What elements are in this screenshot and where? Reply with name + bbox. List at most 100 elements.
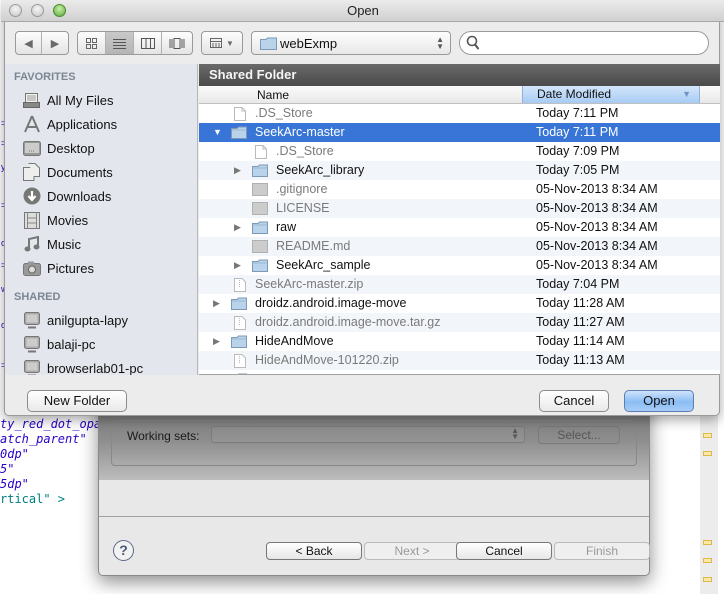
open-dialog: Open ◀ ▶ ▼ webExmp ▲ ▼ FAVORITES All My … [1, 0, 724, 416]
file-date: Today 11:14 AM [536, 334, 625, 348]
column-headers: Name Date Modified ▼ [199, 86, 720, 104]
sidebar-item-documents[interactable]: Documents [5, 160, 197, 184]
sidebar-item-downloads[interactable]: Downloads [5, 184, 197, 208]
sidebar-item-label: browserlab01-pc [47, 360, 144, 376]
open-button[interactable]: Open [624, 390, 694, 412]
cancel-button[interactable]: Cancel [539, 390, 609, 412]
file-row[interactable]: SeekArc-master.zip Today 7:04 PM [199, 275, 720, 294]
sidebar-item-movies[interactable]: Movies [5, 208, 197, 232]
folder-icon [252, 164, 268, 177]
disclosure-closed-icon[interactable]: ▶ [234, 256, 244, 275]
location-label: webExmp [280, 36, 338, 51]
path-bar: Shared Folder [199, 64, 720, 86]
file-row[interactable]: ▶ HideAndMove Today 11:14 AM [199, 332, 720, 351]
column-view-icon [140, 37, 155, 49]
archive-icon [234, 354, 250, 368]
arrange-button[interactable]: ▼ [202, 32, 242, 54]
file-name: raw [276, 220, 297, 234]
list-view-button[interactable] [106, 32, 134, 54]
file-name: SeekArc-master [255, 125, 345, 139]
file-row[interactable]: ▶ raw 05-Nov-2013 8:34 AM [199, 218, 720, 237]
warning-marker[interactable] [703, 558, 712, 563]
file-list: .DS_Store Today 7:11 PM ▼ SeekArc-master Tod… [199, 104, 720, 374]
back-button[interactable]: < Back [266, 542, 362, 560]
file-icon [234, 107, 250, 121]
sidebar-item-pictures[interactable]: Pictures [5, 256, 197, 280]
file-date: 05-Nov-2013 8:34 AM [536, 239, 658, 253]
select-working-sets-button[interactable]: Select... [538, 426, 620, 444]
music-icon [24, 236, 39, 252]
file-row[interactable]: ▶ SeekArc_library Today 7:05 PM [199, 161, 720, 180]
file-row-partial[interactable]: ▶ [199, 370, 720, 374]
code-line: ty_red_dot_opac [0, 417, 109, 431]
title-bar[interactable]: Open [1, 0, 724, 22]
sidebar-item-desktop[interactable]: Desktop [5, 136, 197, 160]
file-row[interactable]: HideAndMove-101220.zip Today 11:13 AM [199, 351, 720, 370]
file-name: droidz.android.image-move [255, 296, 407, 310]
sidebar-item-all-my-files[interactable]: All My Files [5, 88, 197, 112]
disclosure-open-icon[interactable]: ▼ [213, 123, 223, 142]
date-modified-column-header[interactable]: Date Modified ▼ [522, 86, 700, 103]
column-view-button[interactable] [134, 32, 162, 54]
sidebar-item-browserlab01-pc[interactable]: browserlab01-pc [5, 356, 197, 375]
sidebar-item-label: Movies [47, 212, 89, 228]
file-row[interactable]: README.md 05-Nov-2013 8:34 AM [199, 237, 720, 256]
sidebar-item-label: balaji-pc [47, 336, 96, 352]
file-row[interactable]: .DS_Store Today 7:09 PM [199, 142, 720, 161]
file-row[interactable]: ▼ SeekArc-master Today 7:11 PM [199, 123, 720, 142]
search-field[interactable] [459, 31, 709, 55]
back-forward-control: ◀ ▶ [15, 31, 69, 55]
sidebar-item-label: Documents [47, 164, 113, 180]
file-name: LICENSE [276, 201, 330, 215]
folder-icon [252, 259, 268, 272]
warning-marker[interactable] [703, 540, 712, 545]
code-line: 5dp" [0, 477, 29, 491]
folder-icon [231, 126, 247, 139]
disclosure-closed-icon[interactable]: ▶ [213, 370, 223, 374]
sidebar-item-balaji-pc[interactable]: balaji-pc [5, 332, 197, 356]
arrange-menu[interactable]: ▼ [201, 31, 243, 55]
date-modified-label: Date Modified [537, 87, 612, 101]
sidebar-item-applications[interactable]: Applications [5, 112, 197, 136]
file-name: HideAndMove-101220.zip [255, 353, 399, 367]
file-row[interactable]: droidz.android.image-move.tar.gz Today 11… [199, 313, 720, 332]
finish-button[interactable]: Finish [554, 542, 650, 560]
cover-flow-button[interactable] [162, 32, 192, 54]
code-line: atch_parent" [0, 432, 87, 446]
disclosure-closed-icon[interactable]: ▶ [213, 294, 223, 313]
file-row[interactable]: LICENSE 05-Nov-2013 8:34 AM [199, 199, 720, 218]
location-popup[interactable]: webExmp ▲ ▼ [251, 31, 451, 55]
sort-descending-icon: ▼ [682, 89, 691, 99]
warning-marker[interactable] [703, 433, 712, 438]
new-folder-button[interactable]: New Folder [27, 390, 127, 412]
file-date: Today 7:11 PM [536, 125, 619, 139]
file-row[interactable]: ▶ SeekArc_sample 05-Nov-2013 8:34 AM [199, 256, 720, 275]
file-row[interactable]: ▶ droidz.android.image-move Today 11:28 AM [199, 294, 720, 313]
sidebar-item-anilgupta-lapy[interactable]: anilgupta-lapy [5, 308, 197, 332]
back-nav-button[interactable]: ◀ [16, 32, 42, 54]
all-files-icon [23, 93, 40, 108]
working-sets-select[interactable]: ▲ ▼ [211, 426, 525, 443]
file-row[interactable]: .gitignore 05-Nov-2013 8:34 AM [199, 180, 720, 199]
file-name: .DS_Store [255, 106, 313, 120]
disclosure-closed-icon[interactable]: ▶ [213, 332, 223, 351]
sidebar: FAVORITES All My Files Applications Desk… [5, 64, 198, 375]
icon-view-button[interactable] [78, 32, 106, 54]
updown-arrows-icon: ▲ ▼ [436, 35, 444, 51]
next-button[interactable]: Next > [364, 542, 460, 560]
warning-marker[interactable] [703, 451, 712, 456]
search-input[interactable] [482, 34, 702, 52]
disclosure-closed-icon[interactable]: ▶ [234, 161, 244, 180]
file-row[interactable]: .DS_Store Today 7:11 PM [199, 104, 720, 123]
forward-nav-button[interactable]: ▶ [42, 32, 68, 54]
sidebar-item-label: Music [47, 236, 81, 252]
name-column-header[interactable]: Name [257, 88, 289, 102]
warning-marker[interactable] [703, 577, 712, 582]
sidebar-item-music[interactable]: Music [5, 232, 197, 256]
disclosure-closed-icon[interactable]: ▶ [234, 218, 244, 237]
wizard-cancel-button[interactable]: Cancel [456, 542, 552, 560]
arrange-icon [210, 38, 223, 48]
toolbar: ◀ ▶ ▼ webExmp ▲ ▼ [5, 22, 719, 64]
help-icon[interactable]: ? [113, 540, 134, 561]
file-date: 05-Nov-2013 8:34 AM [536, 220, 658, 234]
